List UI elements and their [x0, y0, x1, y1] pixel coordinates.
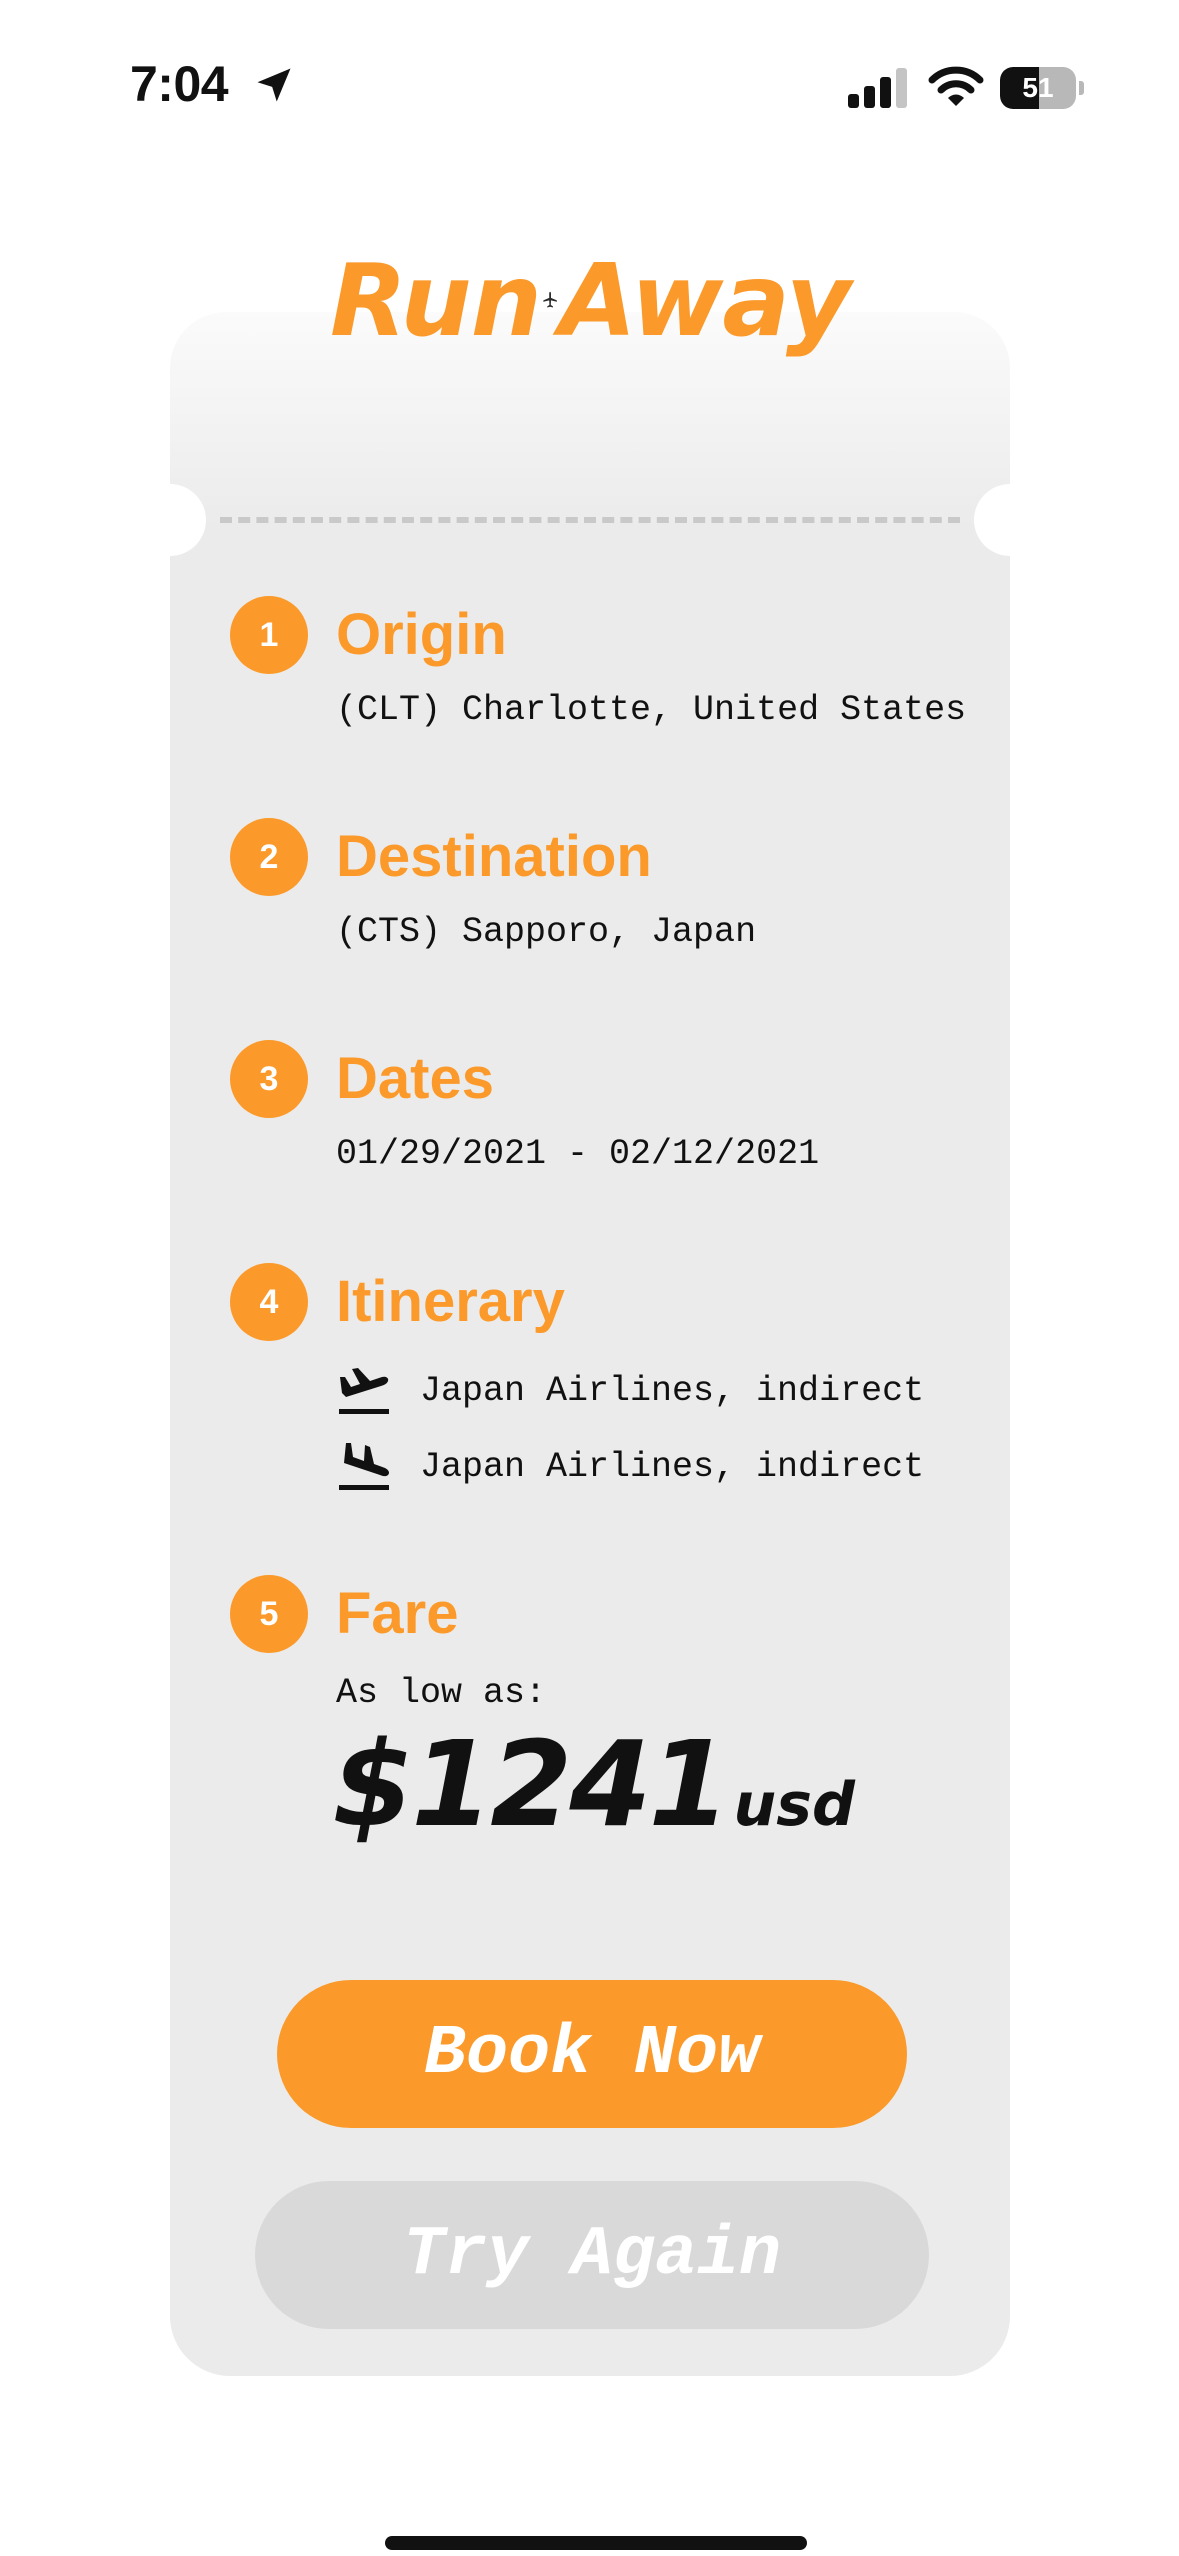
- logo-text-left: Run: [330, 241, 542, 359]
- fare-title: Fare: [336, 1581, 459, 1646]
- itinerary-title: Itinerary: [336, 1269, 565, 1334]
- step-badge-3: 3: [230, 1040, 308, 1118]
- itinerary-leg-outbound: Japan Airlines, indirect: [336, 1361, 924, 1421]
- dates-value: 01/29/2021 - 02/12/2021: [336, 1134, 820, 1174]
- origin-value: (CLT) Charlotte, United States: [336, 690, 967, 730]
- fare-currency: usd: [733, 1770, 855, 1840]
- destination-value: (CTS) Sapporo, Japan: [336, 912, 757, 952]
- status-bar: 7:04 51: [0, 0, 1179, 170]
- arrival-icon: [339, 1443, 389, 1490]
- origin-title: Origin: [336, 602, 507, 667]
- fare-amount: $1241 usd: [332, 1715, 855, 1853]
- step-badge-4: 4: [230, 1263, 308, 1341]
- itinerary-leg-text: Japan Airlines, indirect: [420, 1371, 925, 1411]
- fare-section: 5 Fare As low as: $1241 usd: [230, 1575, 990, 1875]
- departure-icon: [339, 1368, 389, 1414]
- dates-section: 3 Dates 01/29/2021 - 02/12/2021: [230, 1040, 990, 1190]
- step-badge-2: 2: [230, 818, 308, 896]
- home-indicator[interactable]: [385, 2536, 807, 2550]
- dates-title: Dates: [336, 1046, 494, 1111]
- signal-bars-icon: [848, 68, 907, 108]
- try-again-button[interactable]: Try Again: [255, 2181, 929, 2329]
- itinerary-leg-return: Japan Airlines, indirect: [336, 1437, 924, 1497]
- ticket-notch-left: [134, 484, 206, 556]
- step-badge-5: 5: [230, 1575, 308, 1653]
- itinerary-leg-text: Japan Airlines, indirect: [420, 1447, 925, 1487]
- wifi-icon: [928, 66, 984, 106]
- battery-icon: 51: [1000, 67, 1084, 109]
- status-time: 7:04: [130, 56, 229, 112]
- logo-text-right: Away: [559, 241, 851, 359]
- ticket-perforation: [220, 517, 960, 523]
- fare-price: $1241: [332, 1715, 731, 1853]
- location-arrow-icon: [257, 68, 291, 102]
- airplane-icon: [543, 291, 557, 308]
- destination-section: 2 Destination (CTS) Sapporo, Japan: [230, 818, 990, 968]
- book-now-button[interactable]: Book Now: [277, 1980, 907, 2128]
- battery-percentage: 51: [1022, 72, 1054, 103]
- fare-label: As low as:: [336, 1673, 547, 1713]
- app-logo: Run Away: [330, 235, 851, 365]
- destination-title: Destination: [336, 824, 652, 889]
- itinerary-section: 4 Itinerary Japan Airlines, indirect Jap…: [230, 1263, 990, 1513]
- step-badge-1: 1: [230, 596, 308, 674]
- origin-section: 1 Origin (CLT) Charlotte, United States: [230, 596, 990, 746]
- ticket-notch-right: [974, 484, 1046, 556]
